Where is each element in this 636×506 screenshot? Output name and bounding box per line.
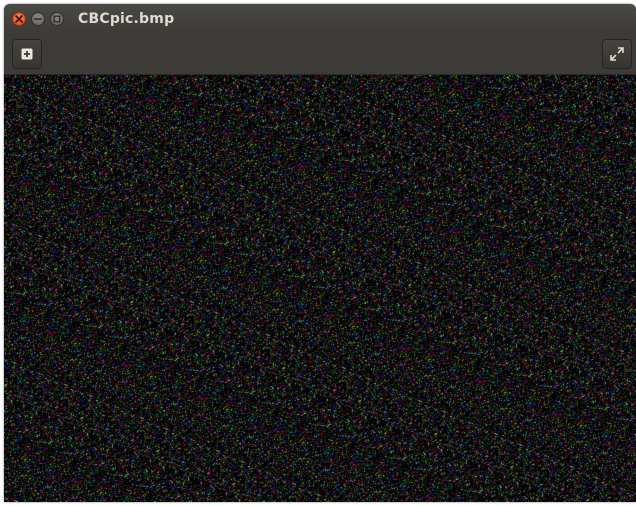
fullscreen-icon <box>610 47 624 61</box>
close-icon <box>15 15 23 23</box>
minimize-button[interactable] <box>31 12 45 26</box>
window-title: CBCpic.bmp <box>78 11 175 27</box>
minimize-icon <box>34 18 42 20</box>
image-display[interactable] <box>4 75 636 502</box>
fullscreen-button[interactable] <box>602 39 632 69</box>
toolbar <box>4 34 636 75</box>
add-button[interactable] <box>12 39 42 69</box>
noise-image <box>4 75 636 502</box>
maximize-button[interactable] <box>50 12 64 26</box>
image-viewer-window: CBCpic.bmp <box>4 4 636 502</box>
add-icon <box>21 48 33 60</box>
maximize-icon <box>53 15 61 23</box>
title-bar[interactable]: CBCpic.bmp <box>4 4 636 34</box>
close-button[interactable] <box>12 12 26 26</box>
